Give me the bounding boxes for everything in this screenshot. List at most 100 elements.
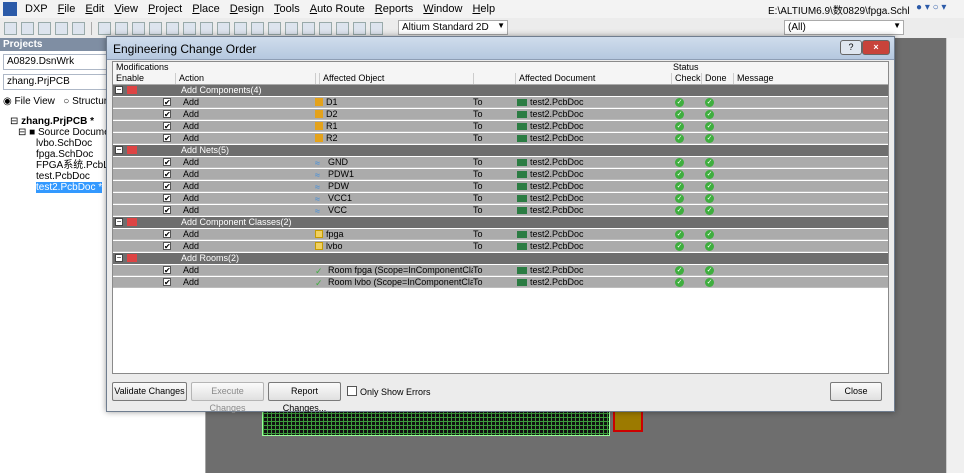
enable-checkbox[interactable]: ✔ <box>163 266 171 275</box>
arc-icon[interactable] <box>319 21 332 35</box>
browse-icon[interactable] <box>285 21 298 35</box>
undo-icon[interactable] <box>234 21 247 35</box>
enable-checkbox[interactable]: ✔ <box>163 206 171 215</box>
collapse-icon[interactable]: − <box>115 218 123 226</box>
zoom-icon[interactable] <box>72 21 85 35</box>
col-enable[interactable]: Enable <box>113 73 175 84</box>
checkbox-box[interactable] <box>347 386 357 396</box>
execute-changes-button[interactable]: Execute Changes <box>191 382 264 413</box>
fit-icon[interactable] <box>98 21 111 35</box>
only-show-errors-checkbox[interactable]: Only Show Errors <box>347 386 431 397</box>
done-status-icon: ✓ <box>705 230 714 239</box>
menu-dxp[interactable]: DXP <box>20 3 53 15</box>
crossprobe-icon[interactable] <box>268 21 281 35</box>
close-icon[interactable]: × <box>862 40 890 55</box>
col-check[interactable]: Check <box>671 73 701 84</box>
group-row[interactable]: − Add Nets(5) <box>113 145 888 156</box>
enable-checkbox[interactable]: ✔ <box>163 170 171 179</box>
print-icon[interactable] <box>55 21 68 35</box>
done-status-icon: ✓ <box>705 98 714 107</box>
menu-place[interactable]: Place <box>187 3 225 15</box>
table-row[interactable]: ✔ Add ✓Room lvbo (Scope=InComponentClass('… <box>113 277 888 288</box>
fill-icon[interactable] <box>370 21 383 35</box>
dialog-titlebar[interactable]: Engineering Change Order ? × <box>107 37 894 60</box>
enable-checkbox[interactable]: ✔ <box>163 134 171 143</box>
new-icon[interactable] <box>4 21 17 35</box>
open-icon[interactable] <box>21 21 34 35</box>
select-icon[interactable] <box>183 21 196 35</box>
table-row[interactable]: ✔ Add D1 To test2.PcbDoc ✓ ✓ <box>113 97 888 108</box>
menu-reports[interactable]: Reports <box>370 3 419 15</box>
area-icon[interactable] <box>115 21 128 35</box>
enable-checkbox[interactable]: ✔ <box>163 122 171 131</box>
help-icon[interactable]: ? <box>840 40 862 55</box>
paste-icon[interactable] <box>166 21 179 35</box>
col-action[interactable]: Action <box>175 73 315 84</box>
document-path[interactable]: E:\ALTIUM6.9\数0829\fpga.Schl <box>768 2 910 17</box>
enable-checkbox[interactable]: ✔ <box>163 278 171 287</box>
expand-icon[interactable]: ⊟ <box>10 116 18 127</box>
table-row[interactable]: ✔ Add ✓Room fpga (Scope=InComponentClass('… <box>113 265 888 276</box>
check-status-icon: ✓ <box>675 134 684 143</box>
menu-auto-route[interactable]: Auto Route <box>305 3 370 15</box>
col-message[interactable]: Message <box>733 73 888 84</box>
report-changes-button[interactable]: Report Changes... <box>268 382 341 413</box>
table-row[interactable]: ✔ Add ≈ PDW1 To test2.PcbDoc ✓ ✓ <box>113 169 888 180</box>
via-icon[interactable] <box>336 21 349 35</box>
enable-checkbox[interactable]: ✔ <box>163 110 171 119</box>
validate-changes-button[interactable]: Validate Changes <box>112 382 187 401</box>
copy-icon[interactable] <box>149 21 162 35</box>
group-row[interactable]: − Add Components(4) <box>113 85 888 96</box>
col-to[interactable] <box>473 73 515 84</box>
radio-file-view[interactable]: ◉ File View <box>3 96 55 107</box>
menu-view[interactable]: View <box>109 3 143 15</box>
collapse-icon[interactable]: − <box>115 254 123 262</box>
enable-checkbox[interactable]: ✔ <box>163 158 171 167</box>
deselect-icon[interactable] <box>217 21 230 35</box>
close-button[interactable]: Close <box>830 382 882 401</box>
row-document: test2.PcbDoc <box>517 109 667 120</box>
col-affected-object[interactable]: Affected Object <box>315 73 473 84</box>
menu-project[interactable]: Project <box>143 3 187 15</box>
table-row[interactable]: ✔ Add R1 To test2.PcbDoc ✓ ✓ <box>113 121 888 132</box>
table-row[interactable]: ✔ Add D2 To test2.PcbDoc ✓ ✓ <box>113 109 888 120</box>
group-row[interactable]: − Add Component Classes(2) <box>113 217 888 228</box>
col-done[interactable]: Done <box>701 73 733 84</box>
filter-combo[interactable]: (All) ▼ <box>784 20 904 35</box>
vertical-scrollbar[interactable] <box>946 38 964 473</box>
cut-icon[interactable] <box>132 21 145 35</box>
table-row[interactable]: ✔ Add ≈ GND To test2.PcbDoc ✓ ✓ <box>113 157 888 168</box>
group-row[interactable]: − Add Rooms(2) <box>113 253 888 264</box>
table-row[interactable]: ✔ Add R2 To test2.PcbDoc ✓ ✓ <box>113 133 888 144</box>
table-row[interactable]: ✔ Add fpga To test2.PcbDoc ✓ ✓ <box>113 229 888 240</box>
menu-tools[interactable]: Tools <box>269 3 305 15</box>
menu-help[interactable]: Help <box>467 3 500 15</box>
menu-design[interactable]: Design <box>225 3 269 15</box>
dxp-logo-icon[interactable] <box>3 2 17 16</box>
menu-file[interactable]: File <box>53 3 81 15</box>
menu-edit[interactable]: Edit <box>80 3 109 15</box>
enable-checkbox[interactable]: ✔ <box>163 182 171 191</box>
move-icon[interactable] <box>200 21 213 35</box>
enable-checkbox[interactable]: ✔ <box>163 98 171 107</box>
table-row[interactable]: ✔ Add ≈ PDW To test2.PcbDoc ✓ ✓ <box>113 181 888 192</box>
tree-doc-test2[interactable]: test2.PcbDoc * <box>36 182 103 193</box>
collapse-icon[interactable]: − <box>115 146 123 154</box>
table-row[interactable]: ✔ Add ≈ VCC1 To test2.PcbDoc ✓ ✓ <box>113 193 888 204</box>
save-icon[interactable] <box>38 21 51 35</box>
pcb-document-icon <box>517 195 527 202</box>
enable-checkbox[interactable]: ✔ <box>163 230 171 239</box>
menu-window[interactable]: Window <box>418 3 467 15</box>
table-row[interactable]: ✔ Add lvbo To test2.PcbDoc ✓ ✓ <box>113 241 888 252</box>
redo-icon[interactable] <box>251 21 264 35</box>
enable-checkbox[interactable]: ✔ <box>163 194 171 203</box>
col-affected-document[interactable]: Affected Document <box>515 73 671 84</box>
nav-arrows-icon[interactable]: ● ▾ ○ ▾ <box>916 2 946 13</box>
route-icon[interactable] <box>302 21 315 35</box>
collapse-icon[interactable]: − <box>115 86 123 94</box>
enable-checkbox[interactable]: ✔ <box>163 242 171 251</box>
view-config-combo[interactable]: Altium Standard 2D ▼ <box>398 20 508 35</box>
pad-icon[interactable] <box>353 21 366 35</box>
room-icon: ✓ <box>315 278 323 288</box>
table-row[interactable]: ✔ Add ≈ VCC To test2.PcbDoc ✓ ✓ <box>113 205 888 216</box>
